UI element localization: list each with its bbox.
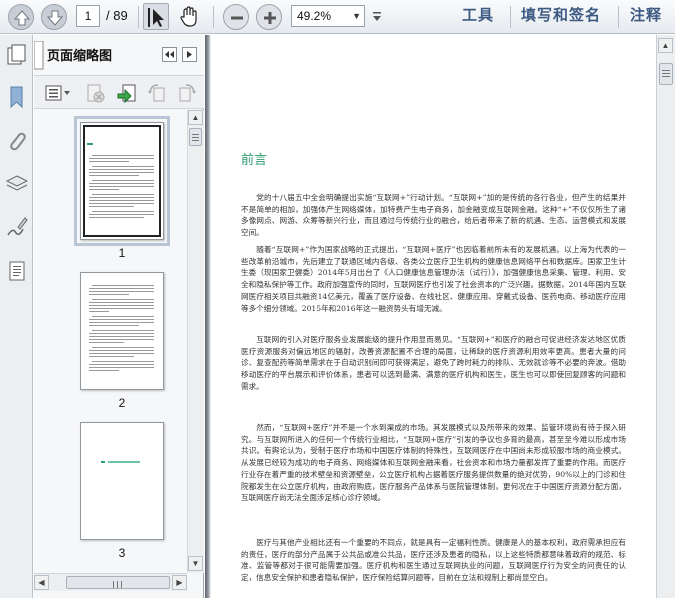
document-paragraph: 党的十八届五中全会明确提出实施“互联网+”行动计划。“互联网+”加的是传统的各行…	[241, 193, 626, 238]
bookmark-icon	[10, 86, 23, 109]
grip-icon	[662, 70, 670, 77]
tools-link[interactable]: 工具	[462, 6, 494, 26]
pages-icon	[7, 44, 26, 65]
document-paragraph: 互联网的引入对医疗服务业发展能级的提升作用显而易见。“互联网+”和医疗的融合可促…	[241, 335, 626, 391]
document-heading: 前言	[241, 153, 268, 168]
page-thumbnail[interactable]	[74, 116, 170, 246]
hand-icon	[180, 6, 197, 27]
main-toolbar: 1 / 89 49.2% ▼ 工具 填写和签名 注释	[0, 0, 675, 34]
cursor-icon	[148, 8, 164, 27]
chevron-down-icon	[373, 12, 381, 21]
signatures-button[interactable]	[5, 215, 29, 239]
thumbnail-vertical-scrollbar[interactable]: ▲ ▼	[187, 110, 204, 573]
navigation-rail	[0, 35, 33, 598]
thumbnails-panel: 页面缩略图 1 2 3 ▲ ▼ ◀ ▶	[34, 35, 204, 598]
document-paragraph: 医疗与其他产业相比还有一个重要的不同点，就是具有一定福利性质。健康是人的基本权利…	[241, 538, 626, 583]
bookmarks-button[interactable]	[5, 85, 29, 109]
scroll-up-arrow[interactable]: ▲	[658, 38, 673, 53]
thumbnail-horizontal-scrollbar[interactable]: ◀ ▶	[34, 573, 187, 591]
page-thumbnail[interactable]	[80, 272, 164, 390]
scrollbar-thumb[interactable]	[66, 576, 170, 589]
scroll-left-arrow[interactable]: ◀	[34, 575, 49, 590]
thumbnail-label: 2	[118, 396, 126, 410]
document-view[interactable]: 前言 党的十八届五中全会明确提出实施“互联网+”行动计划。“互联网+”加的是传统…	[205, 35, 655, 598]
extract-page-icon	[117, 84, 136, 104]
page-shadow	[205, 35, 211, 598]
arrow-up-icon	[13, 10, 31, 26]
panel-header: 页面缩略图	[34, 35, 204, 75]
toolbar-divider	[213, 6, 214, 28]
attachments-button[interactable]	[5, 129, 29, 153]
previous-page-button[interactable]	[8, 4, 34, 30]
next-page-button[interactable]	[41, 4, 67, 30]
scroll-down-arrow[interactable]: ▼	[188, 556, 203, 571]
page-number-input[interactable]: 1	[76, 5, 100, 27]
layers-button[interactable]	[5, 172, 29, 196]
rotate-right-button[interactable]	[176, 82, 198, 104]
chevron-right-icon	[187, 51, 192, 58]
grip-icon	[192, 134, 199, 141]
delete-page-button[interactable]	[84, 82, 106, 104]
scrollbar-thumb[interactable]	[189, 128, 202, 146]
thumbnail-label: 1	[118, 246, 126, 260]
extract-page-button[interactable]	[116, 82, 138, 104]
minus-icon	[231, 16, 243, 20]
signature-pen-icon	[7, 217, 28, 236]
double-chevron-left-icon	[165, 51, 174, 58]
list-options-icon	[45, 85, 70, 101]
hand-tool-button[interactable]	[176, 3, 202, 30]
panel-title: 页面缩略图	[47, 48, 113, 63]
scrollbar-thumb[interactable]	[659, 63, 673, 85]
zoom-in-button[interactable]	[256, 4, 282, 30]
document-vertical-scrollbar[interactable]: ▲	[656, 35, 675, 598]
thumbnail-options-button[interactable]	[44, 82, 72, 104]
collapse-panel-button[interactable]	[162, 47, 177, 62]
rotate-right-icon	[179, 84, 196, 102]
more-tools-menu-button[interactable]	[371, 9, 383, 25]
grip-icon	[113, 581, 122, 588]
page-text-preview	[89, 155, 154, 218]
scroll-up-arrow[interactable]: ▲	[188, 110, 203, 125]
pages-tab-icon	[34, 41, 44, 70]
thumbnail-toolbar	[34, 75, 204, 109]
zoom-input[interactable]: 49.2% ▼	[291, 5, 365, 27]
pages-panel-button[interactable]	[5, 43, 29, 67]
thumbnail-label: 3	[118, 546, 126, 560]
content-button[interactable]	[5, 259, 29, 283]
fill-sign-link[interactable]: 填写和签名	[521, 6, 601, 26]
paperclip-icon	[10, 132, 26, 151]
page-text-preview	[89, 285, 154, 371]
arrow-down-icon	[46, 10, 64, 26]
page-thumbnail[interactable]	[80, 422, 164, 540]
rotate-left-icon	[148, 84, 165, 102]
scroll-right-arrow[interactable]: ▶	[172, 575, 187, 590]
toolbar-divider	[618, 6, 619, 28]
layers-icon	[5, 175, 29, 191]
plus-icon	[264, 12, 276, 24]
pdf-reader-window: 1 / 89 49.2% ▼ 工具 填写和签名 注释 页面缩略图 1 2 3 ▲…	[0, 0, 675, 598]
thumbnail-list: 1 2 3	[34, 110, 187, 565]
toolbar-divider	[138, 6, 139, 28]
page-title-preview	[101, 461, 140, 463]
page-total-label: / 89	[106, 8, 128, 23]
panel-menu-button[interactable]	[182, 47, 197, 62]
chevron-down-icon[interactable]: ▼	[352, 6, 361, 26]
rotate-left-button[interactable]	[146, 82, 168, 104]
document-paragraph: 随着“互联网+”作为国家战略的正式提出，“互联网+医疗”也因临着前所未有的发展机…	[241, 245, 626, 313]
zoom-out-button[interactable]	[223, 4, 249, 30]
document-paragraph: 然而，“互联网+医疗”并不是一个水到渠成的市场。其发展模式以及所带来的效果、监管…	[241, 423, 626, 503]
comment-link[interactable]: 注释	[630, 6, 662, 26]
toolbar-divider	[510, 6, 511, 28]
delete-page-icon	[87, 84, 105, 103]
zoom-value: 49.2%	[297, 9, 332, 23]
document-icon	[9, 261, 25, 281]
select-tool-button[interactable]	[143, 3, 169, 30]
